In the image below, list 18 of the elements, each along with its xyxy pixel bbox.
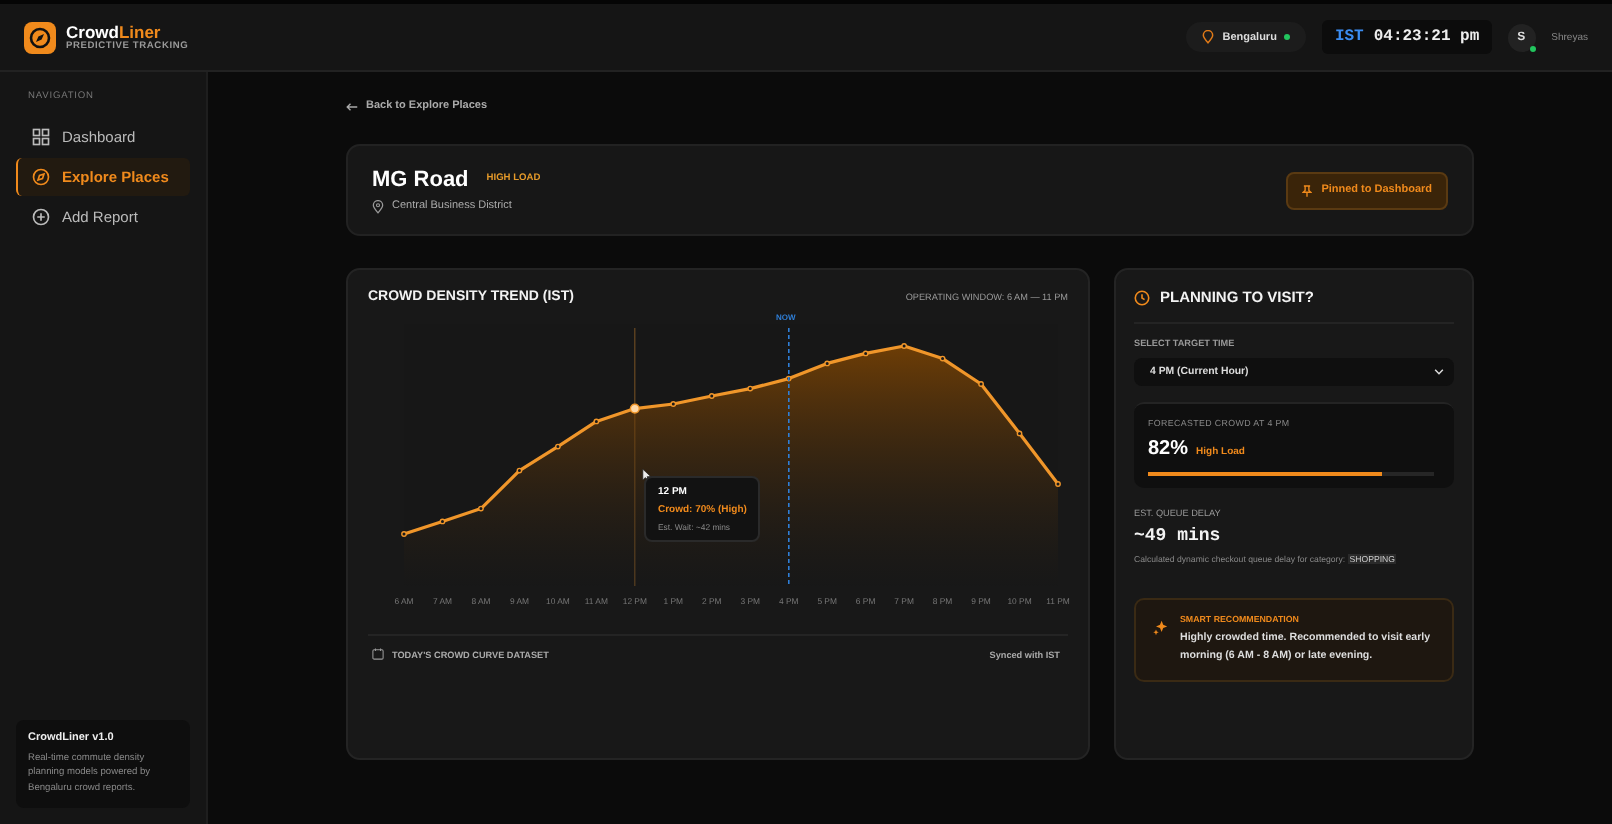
queue-value: ~49 mins bbox=[1134, 525, 1223, 545]
compass-icon bbox=[32, 168, 50, 186]
add-icon bbox=[32, 208, 50, 226]
compass-logo-icon bbox=[24, 21, 56, 53]
back-arrow-icon bbox=[346, 101, 358, 111]
grid-icon bbox=[32, 128, 50, 146]
chevron-down-icon bbox=[1434, 368, 1444, 376]
clock-icon bbox=[1134, 289, 1150, 305]
place-name: MG Road bbox=[372, 167, 469, 191]
clock-time: 04:23:21 pm bbox=[1373, 28, 1480, 46]
location-pin-icon bbox=[1202, 30, 1215, 44]
timezone-label: IST bbox=[1334, 28, 1364, 46]
forecast-value: 82% bbox=[1148, 438, 1189, 460]
sparkle-icon bbox=[1152, 619, 1168, 635]
calendar-icon bbox=[372, 648, 384, 660]
app-name: CrowdLiner bbox=[66, 22, 161, 42]
location-pin-icon bbox=[372, 199, 384, 213]
pushpin-icon bbox=[1301, 183, 1312, 197]
